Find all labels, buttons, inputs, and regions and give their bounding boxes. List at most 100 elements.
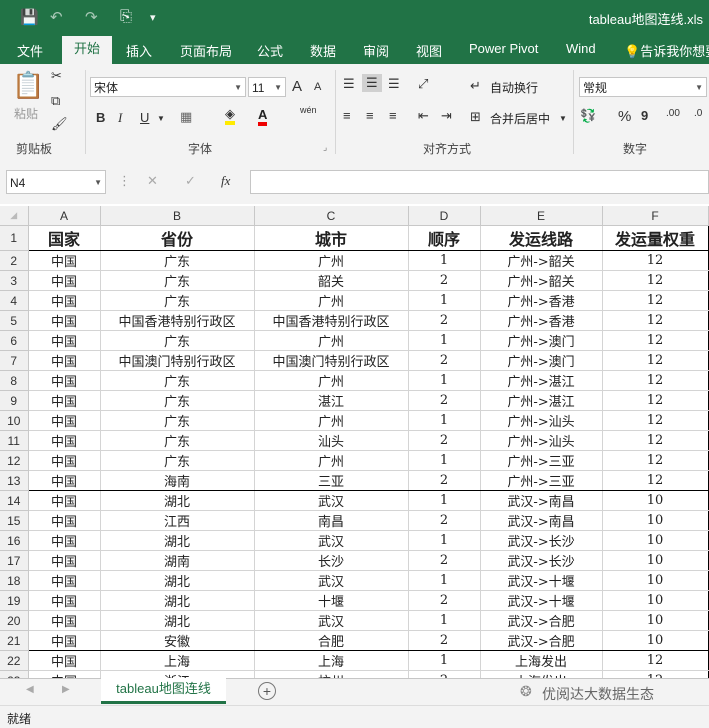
cell-f[interactable]: 12 [602,410,709,431]
cell-d[interactable]: 1 [408,370,481,391]
cell-e[interactable]: 广州->三亚 [480,470,603,491]
cell-d[interactable]: 2 [408,670,481,678]
cell-d[interactable]: 2 [408,390,481,411]
cell-a[interactable]: 中国 [28,450,101,471]
cell-b[interactable]: 湖南 [100,550,255,571]
row-header[interactable]: 14 [0,490,29,511]
cell-d[interactable]: 1 [408,330,481,351]
cell-c[interactable]: 三亚 [254,470,409,491]
increase-decimal-icon[interactable]: .00 [666,108,680,119]
cell-b[interactable]: 安徽 [100,630,255,651]
cell-c[interactable]: 中国澳门特别行政区 [254,350,409,371]
cell-c[interactable]: 湛江 [254,390,409,411]
cell-a[interactable]: 中国 [28,390,101,411]
cell-b[interactable]: 广东 [100,370,255,391]
cell-f[interactable]: 12 [602,430,709,451]
cell-a[interactable]: 中国 [28,410,101,431]
cell-b[interactable]: 广东 [100,290,255,311]
row-header[interactable]: 22 [0,650,29,671]
cell-f[interactable]: 10 [602,510,709,531]
row-header[interactable]: 13 [0,470,29,491]
percent-button[interactable]: % [618,108,631,125]
cell-f[interactable]: 12 [602,670,709,678]
cell-e[interactable]: 武汉->长沙 [480,550,603,571]
font-name-select[interactable]: 宋体 ▼ [90,77,246,97]
cell-e[interactable]: 武汉->南昌 [480,490,603,511]
column-header-a[interactable]: A [28,206,101,226]
cell-a[interactable]: 中国 [28,250,101,271]
cell-e[interactable]: 武汉->合肥 [480,630,603,651]
tab-formulas[interactable]: 公式 [257,41,283,60]
cell-a[interactable]: 中国 [28,510,101,531]
cell-d[interactable]: 2 [408,550,481,571]
cell-f[interactable]: 12 [602,250,709,271]
cell-c[interactable]: 长沙 [254,550,409,571]
row-header[interactable]: 10 [0,410,29,431]
cell-f[interactable]: 12 [602,470,709,491]
row-header[interactable]: 12 [0,450,29,471]
cell-b[interactable]: 广东 [100,270,255,291]
phonetic-icon[interactable]: wén [300,105,317,115]
row-header[interactable]: 23 [0,670,29,678]
cell-f[interactable]: 12 [602,290,709,311]
cell-a[interactable]: 中国 [28,550,101,571]
cell-d[interactable]: 1 [408,570,481,591]
redo-icon[interactable]: ↷ [85,8,98,26]
cell-a[interactable]: 中国 [28,270,101,291]
tab-page-layout[interactable]: 页面布局 [180,41,232,60]
cell-f[interactable]: 12 [602,330,709,351]
chevron-down-icon[interactable]: ▼ [157,114,165,123]
cancel-icon[interactable]: ✕ [147,173,158,189]
cell-d[interactable]: 2 [408,630,481,651]
cell-a[interactable]: 中国 [28,630,101,651]
formula-input[interactable] [250,170,709,194]
customize-qat-icon[interactable]: ▾ [150,11,156,24]
cell-f[interactable]: 12 [602,310,709,331]
cell-c[interactable]: 汕头 [254,430,409,451]
cell-d[interactable]: 1 [408,490,481,511]
row-header[interactable]: 19 [0,590,29,611]
tab-power-pivot[interactable]: Power Pivot [469,41,538,56]
column-header-f[interactable]: F [602,206,709,226]
wrap-text-button[interactable]: 自动换行 [490,79,538,96]
tab-home[interactable]: 开始 [62,36,113,64]
chevron-down-icon[interactable]: ▼ [559,114,567,123]
cell-e[interactable]: 广州->香港 [480,290,603,311]
tell-me-box[interactable]: 💡告诉我你想要 [624,41,709,60]
cell-e[interactable]: 武汉->十堰 [480,590,603,611]
cell-c[interactable]: 广州 [254,370,409,391]
cell-b[interactable]: 湖北 [100,570,255,591]
tab-insert[interactable]: 插入 [126,41,152,60]
comma-button[interactable]: 9 [641,108,648,123]
cell-e[interactable]: 广州->三亚 [480,450,603,471]
cell-a[interactable]: 中国 [28,470,101,491]
cell-c[interactable]: 杭州 [254,670,409,678]
cell-a[interactable]: 中国 [28,590,101,611]
cell-c[interactable]: 广州 [254,450,409,471]
row-header[interactable]: 21 [0,630,29,651]
row-header[interactable]: 7 [0,350,29,371]
enter-icon[interactable]: ✓ [185,173,196,189]
cell-f[interactable]: 12 [602,270,709,291]
cell-d[interactable]: 2 [408,310,481,331]
cell-b[interactable]: 广东 [100,390,255,411]
cell-c[interactable]: 武汉 [254,530,409,551]
tab-wind[interactable]: Wind [566,41,596,56]
fill-color-icon[interactable]: ◈ [225,107,235,125]
orientation-icon[interactable]: ⤢ [418,76,428,92]
increase-indent-icon[interactable]: ⇥ [441,108,452,124]
paste-icon[interactable]: 📋 [12,70,44,101]
align-left-icon[interactable]: ≡ [343,108,351,123]
cell-d[interactable]: 1 [408,610,481,631]
cell-f[interactable]: 10 [602,630,709,651]
undo-icon[interactable]: ↶ [50,8,63,26]
cell-b[interactable]: 湖北 [100,530,255,551]
align-middle-icon[interactable]: ☰ [362,74,382,92]
cell-f[interactable]: 12 [602,390,709,411]
cell-f[interactable]: 10 [602,570,709,591]
cell-d[interactable]: 2 [408,590,481,611]
cell-c[interactable]: 广州 [254,290,409,311]
column-header-e[interactable]: E [480,206,603,226]
cell-f[interactable]: 12 [602,350,709,371]
row-header[interactable]: 20 [0,610,29,631]
